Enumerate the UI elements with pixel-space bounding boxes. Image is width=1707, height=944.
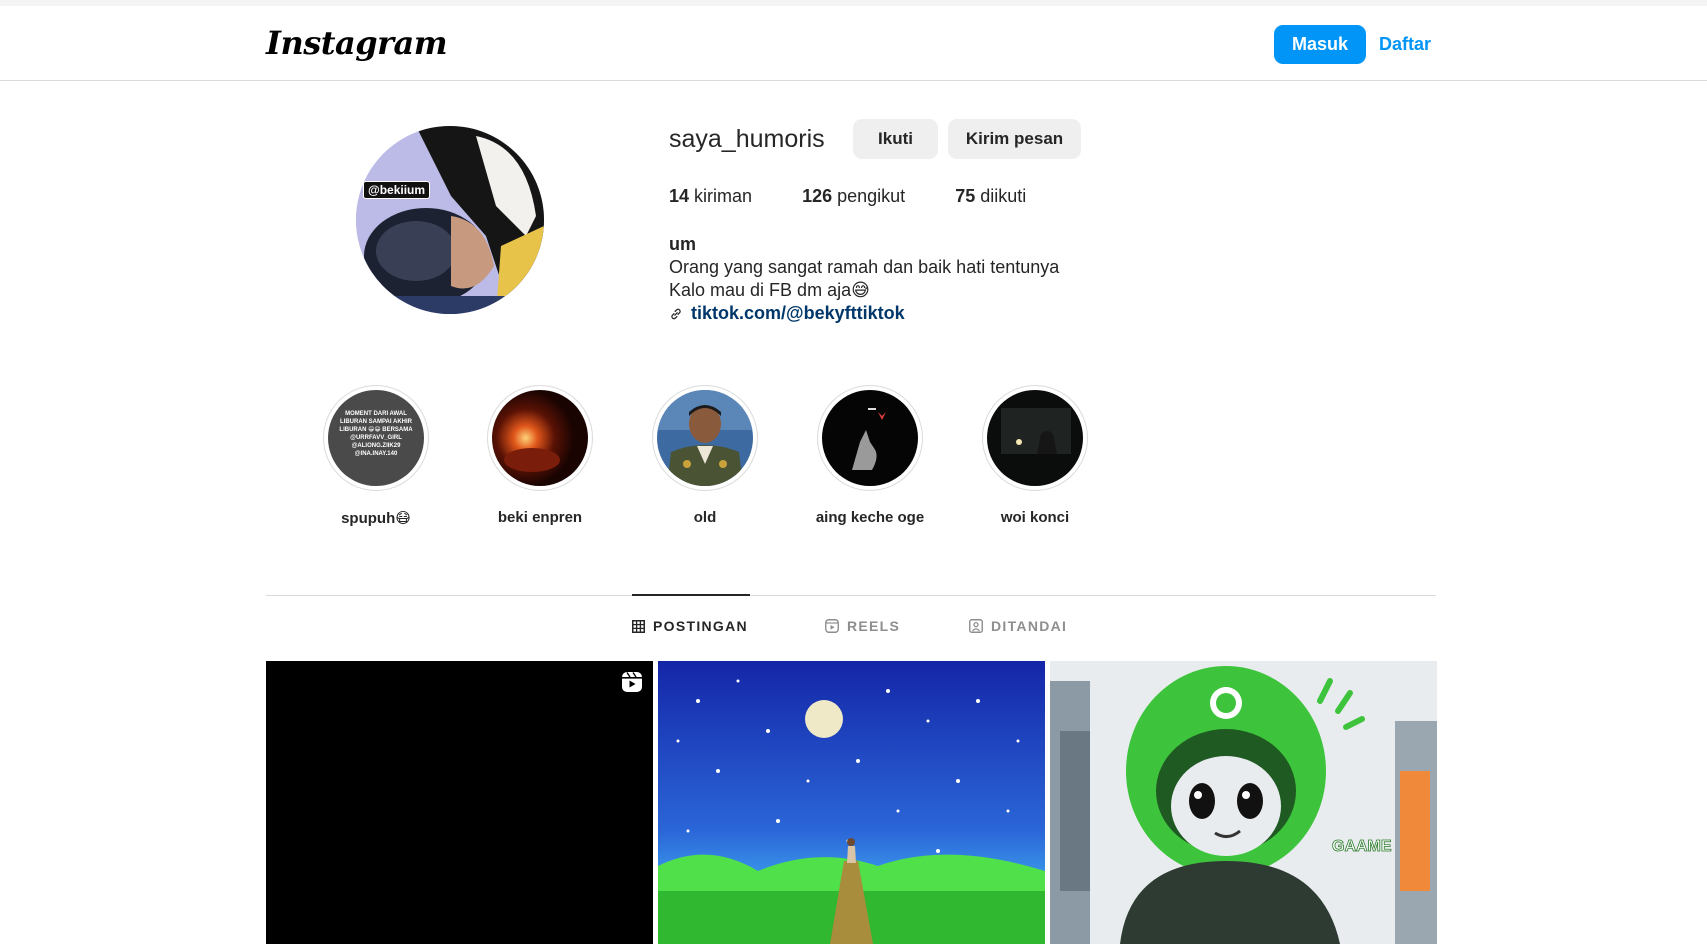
- followers-label: pengikut: [837, 186, 906, 206]
- bio-link-text[interactable]: tiktok.com/@bekyfttiktok: [691, 302, 905, 325]
- avatar-image: [356, 126, 544, 314]
- profile-avatar[interactable]: @bekiium: [356, 126, 544, 314]
- tab-tagged[interactable]: DITANDAI: [969, 618, 1067, 634]
- highlight-ring: MOMENT DARI AWAL LIBURAN SAMPAI AKHIR LI…: [323, 385, 429, 491]
- tab-posts-label: POSTINGAN: [653, 618, 748, 634]
- post-thumbnail[interactable]: GAAME: [1050, 661, 1437, 944]
- highlight-ring: [487, 385, 593, 491]
- send-message-button[interactable]: Kirim pesan: [948, 119, 1081, 159]
- avatar-mention-tag: @bekiium: [363, 181, 431, 199]
- login-button[interactable]: Masuk: [1274, 25, 1366, 64]
- tab-reels-label: REELS: [847, 618, 901, 634]
- bio-name: um: [669, 234, 696, 254]
- profile-username: saya_humoris: [669, 125, 825, 153]
- highlight-ring: [817, 385, 923, 491]
- story-highlight[interactable]: old: [650, 385, 760, 526]
- profile-bio: um Orang yang sangat ramah dan baik hati…: [669, 233, 1059, 325]
- story-highlight[interactable]: beki enpren: [485, 385, 595, 526]
- highlight-cover: [492, 390, 588, 486]
- story-highlight[interactable]: aing keche oge: [815, 385, 925, 526]
- story-highlight[interactable]: MOMENT DARI AWAL LIBURAN SAMPAI AKHIR LI…: [321, 385, 431, 527]
- highlight-cover: [822, 390, 918, 486]
- bio-line: Kalo mau di FB dm aja😅: [669, 280, 870, 300]
- highlight-label: beki enpren: [497, 509, 583, 526]
- post-image-text: GAAME: [1332, 838, 1392, 855]
- top-nav: Instagram Masuk Daftar: [0, 6, 1707, 81]
- post-image-night-sky: [658, 661, 1045, 944]
- bio-external-link[interactable]: tiktok.com/@bekyfttiktok: [669, 302, 1059, 325]
- tabs-divider: [266, 595, 1436, 596]
- highlight-cover: [657, 390, 753, 486]
- posts-count: 14: [669, 186, 690, 206]
- tab-tagged-label: DITANDAI: [991, 618, 1068, 634]
- profile-stats: 14 kiriman 126 pengikut 75 diikuti: [669, 186, 1076, 207]
- posts-label: kiriman: [694, 186, 753, 206]
- highlight-label: spupuh😷: [341, 510, 411, 527]
- highlight-ring: [982, 385, 1088, 491]
- link-icon: [671, 308, 681, 319]
- highlight-cover: MOMENT DARI AWAL LIBURAN SAMPAI AKHIR LI…: [328, 390, 424, 486]
- signup-link[interactable]: Daftar: [1379, 25, 1431, 64]
- grid-icon: [632, 619, 645, 633]
- following-stat[interactable]: 75 diikuti: [955, 186, 1026, 207]
- highlight-ring: [652, 385, 758, 491]
- highlight-cover-text: MOMENT DARI AWAL LIBURAN SAMPAI AKHIR LI…: [339, 411, 413, 457]
- post-image-green-rider: GAAME: [1050, 661, 1437, 944]
- tab-reels[interactable]: REELS: [825, 618, 900, 634]
- following-label: diikuti: [980, 186, 1027, 206]
- instagram-logo[interactable]: Instagram: [266, 24, 448, 62]
- highlight-label: woi konci: [1000, 509, 1070, 526]
- highlight-label: aing keche oge: [815, 509, 925, 526]
- followers-count: 126: [802, 186, 833, 206]
- posts-stat: 14 kiriman: [669, 186, 752, 207]
- post-thumbnail[interactable]: [266, 661, 653, 944]
- post-thumbnail[interactable]: [658, 661, 1045, 944]
- followers-stat[interactable]: 126 pengikut: [802, 186, 905, 207]
- reel-icon: [622, 672, 642, 692]
- tab-posts[interactable]: POSTINGAN: [632, 618, 748, 634]
- tagged-icon: [969, 619, 983, 633]
- reels-icon: [825, 619, 839, 633]
- bio-line: Orang yang sangat ramah dan baik hati te…: [669, 257, 1060, 277]
- story-highlight[interactable]: woi konci: [980, 385, 1090, 526]
- following-count: 75: [955, 186, 976, 206]
- highlight-label: old: [693, 509, 717, 526]
- follow-button[interactable]: Ikuti: [853, 119, 938, 159]
- active-tab-indicator: [632, 594, 750, 596]
- highlight-cover: [987, 390, 1083, 486]
